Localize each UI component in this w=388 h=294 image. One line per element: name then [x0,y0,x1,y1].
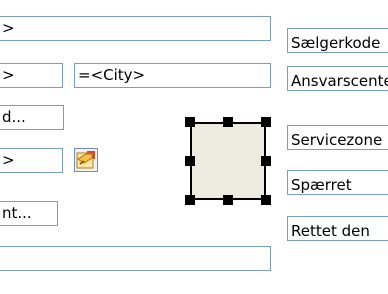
field-row2-left[interactable]: > [0,63,63,88]
selected-rectangle-shape[interactable] [190,122,266,200]
label-responsibility-center[interactable]: Ansvarscenter [287,66,388,91]
label-service-zone[interactable]: Servicezone [287,125,388,150]
field-row1[interactable]: > [0,16,271,41]
label-blocked[interactable]: Spærret [287,170,388,195]
label-salesperson-code[interactable]: Sælgerkode [287,28,388,53]
field-row3[interactable]: d... [0,105,64,130]
field-row6[interactable] [0,246,271,271]
field-city[interactable]: =<City> [74,63,271,88]
resize-handle-top-left[interactable] [185,117,195,127]
resize-handle-bottom[interactable] [223,195,233,205]
label-corrected-date[interactable]: Rettet den [287,216,388,241]
resize-handle-top-right[interactable] [261,117,271,127]
resize-handle-left[interactable] [185,156,195,166]
field-row5[interactable]: nt... [0,201,58,226]
resize-handle-bottom-right[interactable] [261,195,271,205]
resize-handle-bottom-left[interactable] [185,195,195,205]
resize-handle-right[interactable] [261,156,271,166]
edit-lookup-icon[interactable] [74,148,98,172]
field-row4[interactable]: > [0,148,63,173]
form-designer-canvas: > Sælgerkode > =<City> Ansvarscenter d..… [0,0,388,294]
resize-handle-top[interactable] [223,117,233,127]
